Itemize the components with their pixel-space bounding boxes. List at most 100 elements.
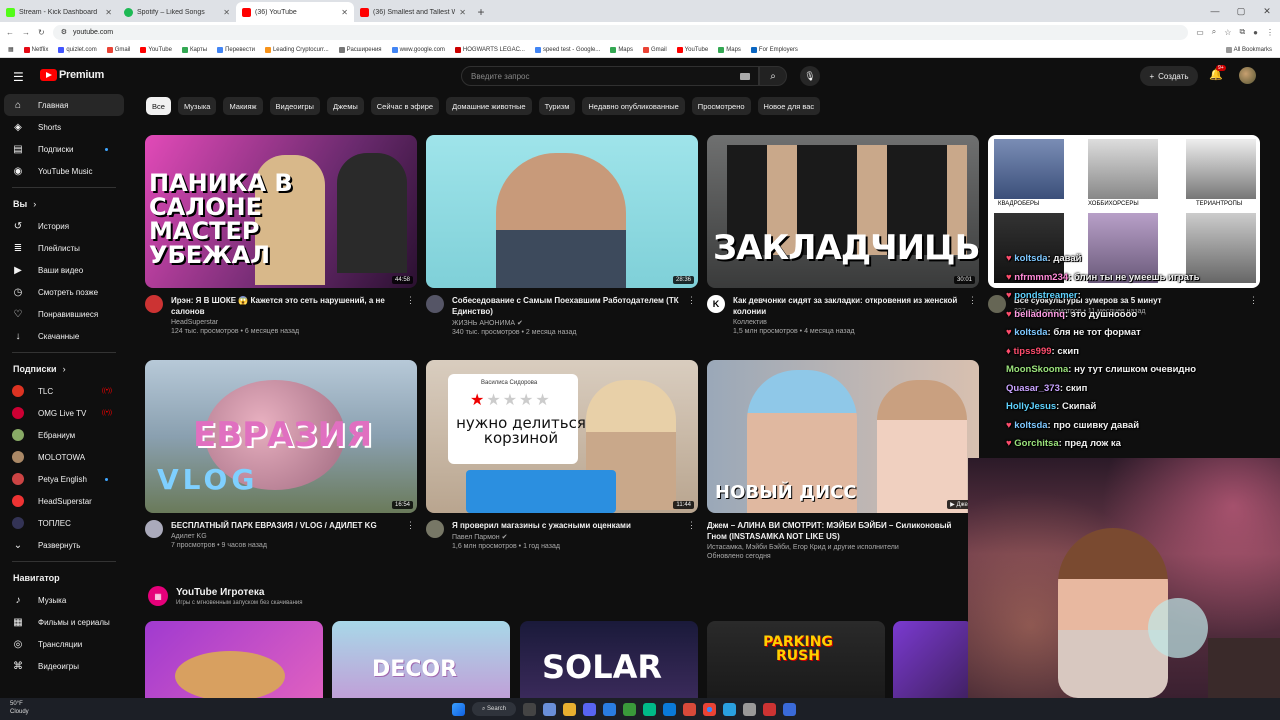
more-options-icon[interactable]: ⋮ [406, 520, 415, 531]
site-info-icon[interactable]: ⚙ [61, 28, 67, 36]
channel-avatar[interactable]: K [707, 295, 725, 313]
chip[interactable]: Музыка [177, 97, 217, 115]
sidebar-channel[interactable]: Ебраниум [0, 424, 128, 446]
office-icon[interactable] [683, 702, 696, 716]
chip[interactable]: Макияж [223, 97, 263, 115]
channel-avatar[interactable] [145, 295, 163, 313]
channel-name[interactable]: Коллектив [733, 319, 965, 326]
sidebar-item-your-videos[interactable]: ▶ Ваши видео [0, 259, 128, 281]
video-thumbnail[interactable]: 28:36 [426, 135, 698, 288]
sidebar-channel[interactable]: MOLOTOWA [0, 446, 128, 468]
voice-search-icon[interactable]: 🎙 [800, 66, 820, 86]
bookmark[interactable]: Карты [181, 46, 207, 53]
menu-icon[interactable]: ⋮ [1266, 28, 1274, 37]
back-icon[interactable]: ← [6, 28, 14, 37]
bookmark[interactable]: Перевести [217, 46, 255, 53]
more-options-icon[interactable]: ⋮ [687, 520, 696, 531]
browser-tab[interactable]: Spotify – Liked Songs ✕ [118, 2, 236, 22]
bookmark[interactable]: Gmail [106, 46, 130, 53]
you-section-header[interactable]: Вы › [0, 193, 128, 215]
chip[interactable]: Недавно опубликованные [582, 97, 685, 115]
bookmark[interactable]: HOGWARTS LEGAC... [454, 46, 525, 53]
bookmark[interactable]: For Employers [750, 46, 798, 53]
sidebar-item-movies[interactable]: ▦ Фильмы и сериалы [0, 611, 128, 633]
discord-icon[interactable] [583, 702, 596, 716]
video-card[interactable]: ЕВРАЗИЯ VLOG 16:54 БЕСПЛАТНЫЙ ПАРК ЕВРАЗ… [145, 360, 417, 549]
edge-icon[interactable] [643, 702, 656, 716]
chip[interactable]: Просмотрено [691, 97, 751, 115]
channel-avatar[interactable] [426, 295, 444, 313]
bookmark[interactable]: Расширения [338, 46, 382, 53]
video-title[interactable]: Ирэн: Я В ШОКЕ 😱 Кажется это сеть наруше… [171, 295, 403, 317]
video-card[interactable]: Василиса Сидорова ★★★★★ нужно делиться к… [426, 360, 698, 550]
apps-icon[interactable]: ▦ [8, 46, 14, 53]
game-card[interactable]: PARKING RUSH [707, 621, 885, 698]
video-thumbnail[interactable]: Василиса Сидорова ★★★★★ нужно делиться к… [426, 360, 698, 513]
sidebar-item-liked[interactable]: ♡ Понравившиеся [0, 303, 128, 325]
youtube-logo[interactable]: Premium [40, 69, 104, 81]
bookmark[interactable]: YouTube [140, 46, 172, 53]
bookmark[interactable]: speed test - Google... [534, 46, 600, 53]
bookmark[interactable]: www.google.com [391, 46, 445, 53]
game-card[interactable] [145, 621, 323, 698]
zoom-icon[interactable]: ⌕ [1212, 27, 1216, 37]
close-tab-icon[interactable]: ✕ [223, 8, 230, 17]
channel-name[interactable]: ЖИЗНЬ АНОНИМА ✔ [452, 319, 684, 327]
reload-icon[interactable]: ↻ [38, 28, 45, 37]
bookmark[interactable]: Gmail [642, 46, 667, 53]
bookmark[interactable]: quizlet.com [58, 46, 97, 53]
browser-tab[interactable]: (36) Smallest and Tallest Wome✕ [354, 2, 472, 22]
channel-avatar[interactable] [988, 295, 1006, 313]
channel-avatar[interactable] [426, 520, 444, 538]
bookmark[interactable]: YouTube [676, 46, 708, 53]
app-icon[interactable] [743, 702, 756, 716]
keyboard-icon[interactable] [740, 73, 750, 80]
star-icon[interactable]: ☆ [1224, 28, 1231, 37]
chrome-icon[interactable] [703, 702, 716, 716]
account-avatar[interactable] [1239, 67, 1256, 84]
video-card[interactable]: ЗАКЛАДЧИЦЫ 30:01 K Как девчонки сидят за… [707, 135, 979, 335]
video-title[interactable]: Я проверил магазины с ужасными оценками [452, 520, 684, 531]
channel-name[interactable]: Истасамка, Мэйби Бэйби, Егор Крид и друг… [707, 544, 967, 551]
chip-all[interactable]: Все [146, 97, 171, 115]
sidebar-item-downloads[interactable]: ↓ Скачанные [0, 325, 128, 347]
forward-icon[interactable]: → [22, 28, 30, 37]
obs-icon[interactable] [763, 702, 776, 716]
channel-name[interactable]: HeadSuperstar [171, 319, 403, 326]
close-window-icon[interactable]: ✕ [1254, 0, 1280, 22]
video-title[interactable]: БЕСПЛАТНЫЙ ПАРК ЕВРАЗИЯ / VLOG / АДИЛЕТ … [171, 520, 403, 531]
search-button[interactable]: ⌕ [759, 66, 787, 86]
file-explorer-icon[interactable] [563, 702, 576, 716]
sidebar-expand[interactable]: ⌄ Развернуть [0, 534, 128, 556]
sidebar-item-history[interactable]: ↺ История [0, 215, 128, 237]
more-options-icon[interactable]: ⋮ [687, 295, 696, 306]
channel-avatar[interactable] [145, 520, 163, 538]
sidebar-item-shorts[interactable]: ◈ Shorts [0, 116, 128, 138]
windows-start-icon[interactable] [452, 702, 465, 716]
game-card[interactable]: SOLAR [520, 621, 698, 698]
chip[interactable]: Домашние животные [446, 97, 532, 115]
telegram-icon[interactable] [723, 702, 736, 716]
more-options-icon[interactable]: ⋮ [968, 295, 977, 306]
xbox-icon[interactable] [623, 702, 636, 716]
sidebar-item-gaming[interactable]: ⌘ Видеоигры [0, 655, 128, 677]
weather-widget[interactable]: 50°F Cloudy [10, 700, 29, 716]
browser-tab[interactable]: Stream - Kick Dashboard ✕ [0, 2, 118, 22]
url-field[interactable]: ⚙ youtube.com [52, 24, 1189, 40]
hamburger-menu-icon[interactable]: ☰ [13, 70, 25, 84]
close-tab-icon[interactable]: ✕ [459, 8, 466, 17]
video-title[interactable]: Собеседование с Самым Поехавшим Работода… [452, 295, 684, 317]
bookmark[interactable]: Leading Cryptocurr... [264, 46, 329, 53]
playables-title[interactable]: YouTube Игротека [176, 587, 303, 598]
bookmark[interactable]: Maps [718, 46, 741, 53]
bookmark[interactable]: Maps [610, 46, 633, 53]
video-thumbnail[interactable]: ПАНИКА В САЛОНЕ МАСТЕР УБЕЖАЛ 44:58 [145, 135, 417, 288]
sidebar-channel[interactable]: Petya English [0, 468, 128, 490]
sidebar-channel[interactable]: OMG Live TV ((•)) [0, 402, 128, 424]
sidebar-item-playlists[interactable]: ≣ Плейлисты [0, 237, 128, 259]
sidebar-channel[interactable]: HeadSuperstar [0, 490, 128, 512]
new-tab-icon[interactable]: + [472, 2, 490, 22]
video-title[interactable]: Джем – АЛИНА ВИ СМОТРИТ: МЭЙБИ БЭЙБИ – С… [707, 520, 967, 542]
sidebar-item-music-nav[interactable]: ♪ Музыка [0, 589, 128, 611]
more-options-icon[interactable]: ⋮ [406, 295, 415, 306]
